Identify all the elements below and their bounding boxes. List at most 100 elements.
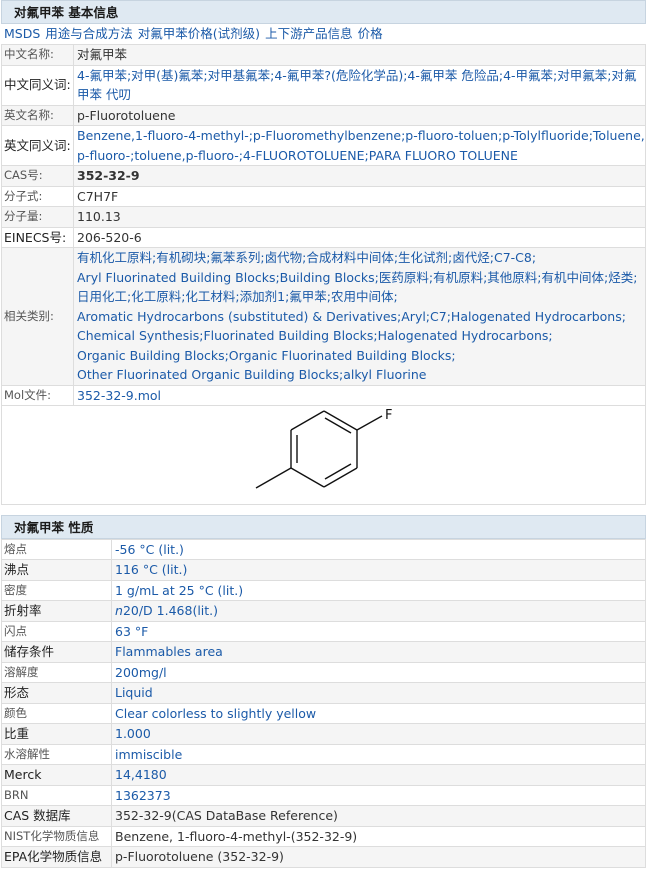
label-en-name: 英文名称:	[1, 104, 74, 126]
prop-label: EPA化学物质信息	[1, 846, 112, 868]
prop-row: 水溶解性 immiscible	[1, 743, 646, 765]
value-categories: 有机化工原料;有机砌块;氟苯系列;卤代物;合成材料中间体;生化试剂;卤代烃;C7…	[73, 247, 646, 386]
label-categories: 相关类别:	[1, 247, 74, 386]
prop-value-link[interactable]: 352-32-9(CAS DataBase Reference)	[111, 805, 646, 827]
prop-row: NIST化学物质信息 Benzene, 1-fluoro-4-methyl-(35…	[1, 825, 646, 847]
prop-label: 颜色	[1, 702, 112, 724]
link-price[interactable]: 价格	[358, 26, 383, 41]
prop-row: 比重 1.000	[1, 723, 646, 745]
link-upstream-downstream[interactable]: 上下游产品信息	[265, 26, 353, 41]
prop-row: 折射率 n20/D 1.468(lit.)	[1, 600, 646, 622]
prop-label: 闪点	[1, 620, 112, 642]
prop-row: BRN 1362373	[1, 784, 646, 806]
row-structure: F	[1, 405, 646, 505]
label-cas: CAS号:	[1, 165, 74, 187]
prop-row: Merck 14,4180	[1, 764, 646, 786]
prop-label: 储存条件	[1, 641, 112, 663]
row-cn-synonyms: 中文同义词: 4-氟甲苯;对甲(基)氟苯;对甲基氟苯;4-氟甲苯?(危险化学品)…	[1, 64, 646, 106]
category-line[interactable]: 日用化工;化工原料;化工材料;添加剂1;氟甲苯;农用中间体;	[77, 287, 645, 307]
prop-value: 14,4180	[111, 764, 646, 786]
label-cn-name: 中文名称:	[1, 44, 74, 66]
prop-row: 闪点 63 °F	[1, 620, 646, 642]
prop-label: 密度	[1, 579, 112, 601]
basic-info-table: 中文名称: 对氟甲苯 中文同义词: 4-氟甲苯;对甲(基)氟苯;对甲基氟苯;4-…	[1, 44, 646, 505]
category-line[interactable]: Other Fluorinated Organic Building Block…	[77, 365, 645, 385]
c-f-bond	[356, 415, 383, 431]
refractive-prefix: n	[115, 603, 123, 618]
prop-label: 熔点	[1, 538, 112, 560]
value-mol-file[interactable]: 352-32-9.mol	[73, 384, 646, 406]
link-price-reagent[interactable]: 对氟甲苯价格(试剂级)	[138, 26, 260, 41]
category-line[interactable]: Aromatic Hydrocarbons (substituted) & De…	[77, 307, 645, 327]
prop-value-link[interactable]: Benzene, 1-fluoro-4-methyl-(352-32-9)	[111, 825, 646, 847]
prop-row: 溶解度 200mg/l	[1, 661, 646, 683]
structure-diagram: F	[255, 408, 392, 489]
refractive-value: 20/D 1.468(lit.)	[122, 603, 219, 618]
prop-value: immiscible	[111, 743, 646, 765]
label-mol-file: Mol文件:	[1, 384, 74, 406]
prop-label: Merck	[1, 764, 112, 786]
row-cas: CAS号: 352-32-9	[1, 165, 646, 187]
link-usage[interactable]: 用途与合成方法	[45, 26, 133, 41]
prop-label: 水溶解性	[1, 743, 112, 765]
label-formula: 分子式:	[1, 185, 74, 207]
prop-label: BRN	[1, 784, 112, 806]
value-en-name: p-Fluorotoluene	[73, 104, 646, 126]
quick-links: MSDS 用途与合成方法 对氟甲苯价格(试剂级) 上下游产品信息 价格	[1, 24, 646, 44]
prop-row: 颜色 Clear colorless to slightly yellow	[1, 702, 646, 724]
category-line[interactable]: 有机化工原料;有机砌块;氟苯系列;卤代物;合成材料中间体;生化试剂;卤代烃;C7…	[77, 248, 645, 268]
fluorine-atom-label: F	[385, 408, 392, 423]
prop-value: -56 °C (lit.)	[111, 538, 646, 560]
prop-value: Liquid	[111, 682, 646, 704]
prop-label: 沸点	[1, 559, 112, 581]
prop-value: 1 g/mL at 25 °C (lit.)	[111, 579, 646, 601]
prop-label: 形态	[1, 682, 112, 704]
label-en-synonyms: 英文同义词:	[1, 125, 74, 166]
prop-row: 形态 Liquid	[1, 682, 646, 704]
prop-value: 1362373	[111, 784, 646, 806]
row-mw: 分子量: 110.13	[1, 206, 646, 228]
benzene-ring	[255, 410, 383, 489]
prop-value: n20/D 1.468(lit.)	[111, 600, 646, 622]
page: 对氟甲苯 基本信息 MSDS 用途与合成方法 对氟甲苯价格(试剂级) 上下游产品信息价…	[1, 0, 646, 868]
prop-label: NIST化学物质信息	[1, 825, 112, 847]
category-line[interactable]: Organic Building Blocks;Organic Fluorina…	[77, 346, 645, 366]
value-einecs: 206-520-6	[73, 226, 646, 248]
prop-value-link[interactable]: p-Fluorotoluene (352-32-9)	[111, 846, 646, 868]
prop-label: 折射率	[1, 600, 112, 622]
row-categories: 相关类别: 有机化工原料;有机砌块;氟苯系列;卤代物;合成材料中间体;生化试剂;…	[1, 247, 646, 386]
row-cn-name: 中文名称: 对氟甲苯	[1, 44, 646, 66]
prop-value: Clear colorless to slightly yellow	[111, 702, 646, 724]
category-line[interactable]: Chemical Synthesis;Fluorinated Building …	[77, 326, 645, 346]
row-en-synonyms: 英文同义词: Benzene,1-fluoro-4-methyl-;p-Fluo…	[1, 125, 646, 166]
value-formula: C7H7F	[73, 185, 646, 207]
row-en-name: 英文名称: p-Fluorotoluene	[1, 104, 646, 126]
prop-row: 储存条件 Flammables area	[1, 641, 646, 663]
value-cn-synonyms[interactable]: 4-氟甲苯;对甲(基)氟苯;对甲基氟苯;4-氟甲苯?(危险化学品);4-氟甲苯 …	[73, 64, 646, 106]
prop-label: 溶解度	[1, 661, 112, 683]
value-cn-name: 对氟甲苯	[73, 44, 646, 66]
basic-info-header: 对氟甲苯 基本信息	[1, 0, 646, 24]
value-cas: 352-32-9	[73, 165, 646, 187]
row-mol-file: Mol文件: 352-32-9.mol	[1, 384, 646, 406]
properties-header: 对氟甲苯 性质	[1, 514, 646, 539]
prop-row: 熔点 -56 °C (lit.)	[1, 538, 646, 560]
link-msds[interactable]: MSDS	[4, 26, 40, 41]
prop-row: 密度 1 g/mL at 25 °C (lit.)	[1, 579, 646, 601]
prop-row: EPA化学物质信息 p-Fluorotoluene (352-32-9)	[1, 846, 646, 868]
row-formula: 分子式: C7H7F	[1, 185, 646, 207]
label-cn-synonyms: 中文同义词:	[1, 64, 74, 106]
category-line[interactable]: Aryl Fluorinated Building Blocks;Buildin…	[77, 268, 645, 288]
prop-label: 比重	[1, 723, 112, 745]
value-en-synonyms[interactable]: Benzene,1-fluoro-4-methyl-;p-Fluoromethy…	[73, 125, 646, 166]
prop-value: 116 °C (lit.)	[111, 559, 646, 581]
structure-cell: F	[1, 405, 646, 505]
properties-table: 熔点 -56 °C (lit.) 沸点 116 °C (lit.) 密度 1 g/mL…	[1, 538, 646, 868]
prop-value: 1.000	[111, 723, 646, 745]
prop-value: 200mg/l	[111, 661, 646, 683]
prop-value: Flammables area	[111, 641, 646, 663]
prop-value: 63 °F	[111, 620, 646, 642]
row-einecs: EINECS号: 206-520-6	[1, 226, 646, 248]
prop-row: CAS 数据库 352-32-9(CAS DataBase Reference)	[1, 805, 646, 827]
prop-row: 沸点 116 °C (lit.)	[1, 559, 646, 581]
